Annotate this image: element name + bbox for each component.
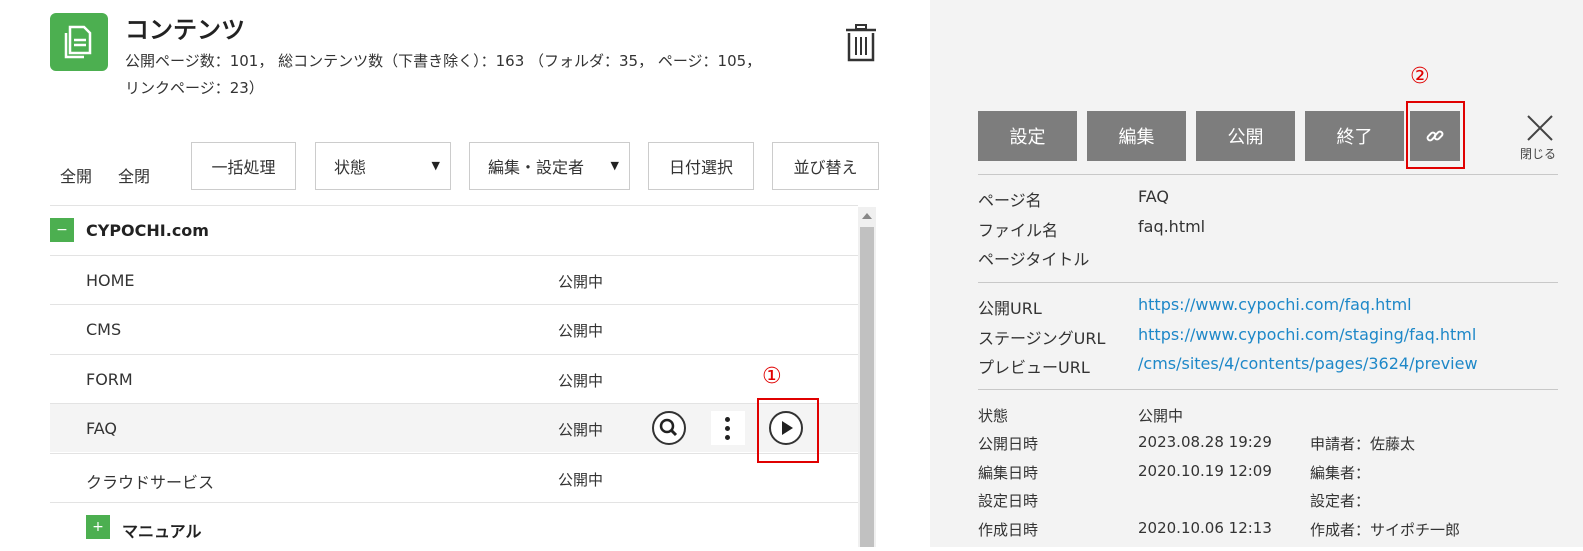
tree-item-status: 公開中 [558,273,604,291]
url-label: ステージングURL [978,329,1106,348]
date-select-button[interactable]: 日付選択 [648,142,754,190]
search-icon [659,418,678,437]
trash-icon[interactable] [845,24,877,66]
page-title: コンテンツ [125,16,245,44]
edit-button[interactable]: 編集 [1087,111,1186,161]
publish-button[interactable]: 公開 [1196,111,1295,161]
tree-folder-label: マニュアル [122,522,202,541]
meta-label: 状態 [978,407,1009,425]
close-label[interactable]: 閉じる [1520,145,1556,162]
divider [978,389,1558,390]
info-label: ページタイトル [978,250,1090,269]
meta-who: 編集者： [1310,464,1371,482]
info-label: ファイル名 [978,221,1059,240]
kebab-dot [725,417,730,422]
tree-item-status: 公開中 [558,471,604,489]
kebab-dot [725,426,730,431]
tree-row[interactable]: クラウドサービス 公開中 [50,453,858,502]
end-button[interactable]: 終了 [1305,111,1404,161]
tree-row[interactable]: CMS 公開中 [50,304,858,353]
caret-down-icon: ▼ [610,159,619,172]
tree-item-status: 公開中 [558,421,604,439]
meta-who: 申請者：佐藤太 [1310,435,1416,453]
divider [978,282,1558,283]
meta-label: 作成日時 [978,521,1039,539]
status-filter-select[interactable]: 状態 ▼ [315,142,451,190]
meta-label: 編集日時 [978,464,1039,482]
info-value: faq.html [1138,217,1206,236]
info-value: FAQ [1138,187,1169,206]
contents-panel: コンテンツ 公開ページ数：101， 総コンテンツ数（下書き除く）：163 （フォ… [0,0,930,547]
collapse-toggle-icon[interactable]: − [50,218,74,242]
expand-all-link[interactable]: 全開 [60,163,92,187]
kebab-dot [725,435,730,440]
tree-row[interactable]: FORM 公開中 [50,354,858,403]
tree-row-selected[interactable]: FAQ 公開中 [50,403,858,452]
tree-item-name: クラウドサービス [86,473,215,492]
close-icon[interactable] [1525,113,1555,143]
meta-value: 2020.10.06 12:13 [1138,519,1272,537]
collapse-all-link[interactable]: 全閉 [118,163,150,187]
divider [978,174,1558,175]
meta-value: 公開中 [1138,407,1184,425]
meta-label: 公開日時 [978,435,1039,453]
summary-line: リンクページ：23） [125,79,264,97]
public-url-link[interactable]: https://www.cypochi.com/faq.html [1138,295,1412,314]
info-label: ページ名 [978,191,1042,210]
caret-down-icon: ▼ [431,159,440,172]
contents-app-icon [50,13,108,71]
tree-item-status: 公開中 [558,322,604,340]
annotation-highlight-box [1406,101,1465,169]
tree-folder-row[interactable]: + マニュアル [50,502,858,551]
bulk-action-button[interactable]: 一括処理 [191,142,296,190]
content-summary: 公開ページ数：101， 総コンテンツ数（下書き除く）：163 （フォルダ：35，… [125,48,825,102]
url-label: プレビューURL [978,358,1090,377]
annotation-number-1: ① [762,364,782,389]
sort-button[interactable]: 並び替え [772,142,879,190]
annotation-highlight-box [757,398,819,463]
scroll-thumb[interactable] [860,227,874,547]
url-label: 公開URL [978,299,1042,318]
search-preview-button[interactable] [652,411,686,445]
tree-item-name: FORM [86,370,133,389]
tree-item-status: 公開中 [558,372,604,390]
meta-who: 作成者：サイポチ一郎 [1310,521,1461,539]
tree-root-label: CYPOCHI.com [86,221,209,240]
scroll-up-icon[interactable] [862,213,872,219]
settings-button[interactable]: 設定 [978,111,1077,161]
meta-label: 設定日時 [978,492,1039,510]
tree-scrollbar[interactable] [858,207,876,547]
editor-filter-label: 編集・設定者 [488,158,585,177]
tree-root-row[interactable]: − CYPOCHI.com [50,205,858,254]
meta-value: 2020.10.19 12:09 [1138,462,1272,480]
tree-item-name: CMS [86,320,122,339]
meta-value: 2023.08.28 19:29 [1138,433,1272,451]
tree-item-name: FAQ [86,419,117,438]
tree-row[interactable]: HOME 公開中 [50,255,858,304]
tree-item-name: HOME [86,271,135,290]
expand-toggle-icon[interactable]: + [86,515,110,539]
annotation-number-2: ② [1410,64,1430,89]
status-filter-label: 状態 [334,158,367,177]
staging-url-link[interactable]: https://www.cypochi.com/staging/faq.html [1138,325,1476,344]
more-options-button[interactable] [711,411,745,445]
preview-url-link[interactable]: /cms/sites/4/contents/pages/3624/preview [1138,354,1478,373]
summary-line: 公開ページ数：101， 総コンテンツ数（下書き除く）：163 （フォルダ：35，… [125,52,762,70]
editor-filter-select[interactable]: 編集・設定者 ▼ [469,142,630,190]
meta-who: 設定者： [1310,492,1371,510]
